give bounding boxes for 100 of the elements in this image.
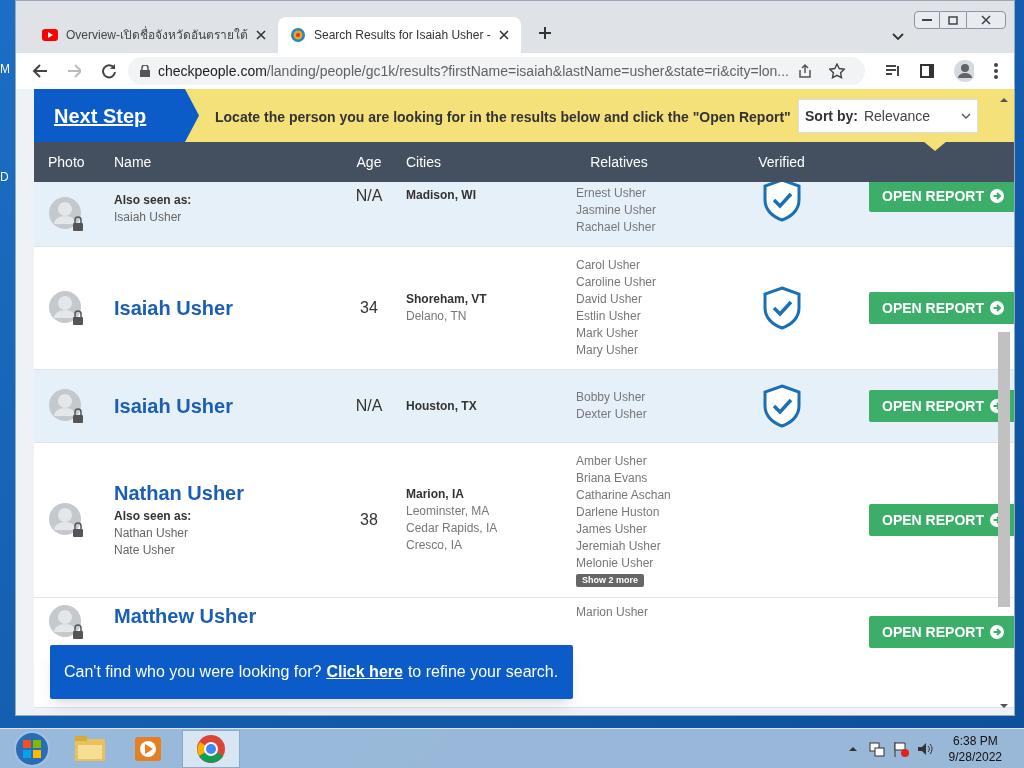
alias-text: Nate Usher bbox=[114, 542, 176, 559]
alias-text: Nathan Usher bbox=[114, 525, 190, 542]
relative-name: Caroline Usher bbox=[576, 274, 657, 291]
relative-name: Darlene Huston bbox=[576, 504, 660, 521]
city-text: Cedar Rapids, IA bbox=[406, 520, 499, 537]
next-step-link[interactable]: Next Step bbox=[54, 100, 147, 131]
flag-icon[interactable] bbox=[892, 740, 909, 757]
column-header: Relatives bbox=[589, 152, 649, 172]
relative-name: Ernest Usher bbox=[576, 185, 647, 202]
avatar-locked-icon bbox=[48, 604, 84, 640]
relative-name: Jeremiah Usher bbox=[576, 538, 661, 555]
reload-icon[interactable] bbox=[101, 63, 116, 79]
refine-text: to refine your search. bbox=[407, 662, 559, 682]
relative-name: Rachael Usher bbox=[576, 219, 656, 236]
city-text: Marion, IA bbox=[406, 486, 465, 503]
back-icon[interactable] bbox=[32, 63, 47, 79]
relative-name: Dexter Usher bbox=[576, 406, 647, 423]
city-text: Cresco, IA bbox=[406, 537, 463, 554]
relative-name: Bobby Usher bbox=[576, 389, 646, 406]
avatar-locked-icon bbox=[48, 502, 84, 538]
arrow-circle-icon bbox=[989, 189, 1004, 203]
relative-name: Carol Usher bbox=[576, 257, 641, 274]
city-text: Leominster, MA bbox=[406, 503, 491, 520]
relative-name: Mark Usher bbox=[576, 325, 638, 342]
taskbar-chrome-button[interactable] bbox=[182, 729, 240, 768]
relative-name: Catharine Aschan bbox=[576, 487, 671, 504]
share-icon[interactable] bbox=[797, 63, 813, 79]
sort-dropdown[interactable]: Sort by: Relevance bbox=[798, 99, 978, 133]
avatar-locked-icon bbox=[48, 388, 84, 424]
verified-shield-icon bbox=[761, 286, 802, 330]
person-name-link[interactable]: Isaiah Usher bbox=[114, 394, 233, 418]
maximize-button[interactable] bbox=[940, 11, 966, 29]
relative-name: Marion Usher bbox=[576, 604, 649, 621]
scroll-up-icon[interactable] bbox=[1000, 97, 1008, 102]
city-text: Delano, TN bbox=[406, 308, 468, 325]
new-tab-icon[interactable] bbox=[537, 26, 552, 40]
age-text: N/A bbox=[355, 187, 383, 204]
menu-icon[interactable] bbox=[994, 63, 998, 79]
address-bar[interactable]: checkpeople.com/landing/people/gc1k/results?firstName=isaiah&lastName=usher&state=ri&city=lon... bbox=[127, 57, 865, 85]
close-button[interactable] bbox=[966, 11, 1006, 29]
also-seen-label: Also seen as: bbox=[114, 191, 193, 209]
verified-shield-icon bbox=[761, 182, 802, 222]
relative-name: Briana Evans bbox=[576, 470, 648, 487]
start-button[interactable] bbox=[12, 728, 52, 768]
scrollbar-thumb[interactable] bbox=[998, 332, 1010, 607]
column-header: Verified bbox=[757, 152, 806, 172]
person-name-link[interactable]: Isaiah Usher bbox=[114, 296, 233, 320]
tray-arrow-icon[interactable] bbox=[848, 746, 857, 751]
click-here-link[interactable]: Click here bbox=[326, 660, 403, 684]
media-icon[interactable] bbox=[885, 64, 900, 78]
minimize-button[interactable] bbox=[914, 11, 940, 29]
column-header: Name bbox=[114, 152, 153, 172]
person-name-link[interactable]: Matthew Usher bbox=[114, 604, 257, 628]
arrow-circle-icon bbox=[989, 301, 1004, 315]
relative-name: Jasmine Usher bbox=[576, 202, 657, 219]
desktop-label: D bbox=[0, 169, 10, 186]
desktop-label: M bbox=[0, 61, 11, 78]
relative-name: Amber Usher bbox=[576, 453, 647, 470]
minimize-icon bbox=[922, 18, 932, 22]
url-text: checkpeople.com/landing/people/gc1k/results?firstName=isaiah&lastName=usher&state=ri&city=lon... bbox=[157, 61, 789, 81]
browser-tab[interactable]: Search Results for Isaiah Usher - bbox=[278, 17, 521, 53]
star-icon[interactable] bbox=[829, 63, 845, 79]
close-tab-icon[interactable] bbox=[498, 30, 509, 40]
column-header: Photo bbox=[47, 152, 86, 172]
show-more-button[interactable]: Show 2 more bbox=[576, 574, 644, 587]
instruction-text: Locate the person you are looking for in the results below and click the "Open Report" bbox=[215, 108, 792, 127]
city-text: Madison, WI bbox=[406, 187, 477, 204]
column-header: Cities bbox=[405, 152, 442, 172]
refine-text: Can't find who you were looking for? bbox=[64, 662, 322, 682]
maximize-icon bbox=[948, 15, 958, 25]
arrow-circle-icon bbox=[989, 625, 1004, 639]
avatar-locked-icon bbox=[48, 290, 84, 326]
age-text: 38 bbox=[360, 511, 378, 528]
person-name-link[interactable]: Nathan Usher bbox=[114, 481, 245, 505]
browser-tab[interactable]: Overview-เปิดชื่อจังหวัดอันตรายใต้ bbox=[30, 17, 278, 53]
target-icon bbox=[290, 27, 306, 43]
relative-name: James Usher bbox=[576, 521, 647, 538]
side-panel-icon[interactable] bbox=[919, 64, 935, 78]
alias-text: Isaiah Usher bbox=[114, 208, 183, 226]
clock-time: 6:38 PM bbox=[952, 732, 998, 749]
chrome-icon bbox=[196, 733, 226, 764]
also-seen-label: Also seen as: bbox=[114, 508, 193, 525]
profile-icon[interactable] bbox=[954, 60, 975, 82]
scroll-down-icon[interactable] bbox=[1000, 704, 1008, 709]
media-player-icon[interactable] bbox=[134, 734, 162, 763]
tab-list-icon[interactable] bbox=[892, 33, 904, 41]
close-tab-icon[interactable] bbox=[256, 30, 266, 40]
caret-icon bbox=[961, 113, 971, 119]
verified-shield-icon bbox=[761, 384, 802, 428]
city-text: Houston, TX bbox=[406, 397, 478, 415]
video-icon bbox=[42, 29, 58, 41]
clock-date: 9/28/2022 bbox=[948, 748, 1002, 765]
lock-icon bbox=[139, 65, 150, 77]
network-icon[interactable] bbox=[868, 740, 885, 757]
avatar-locked-icon bbox=[48, 196, 84, 232]
relative-name: Melonie Usher bbox=[576, 555, 654, 572]
relative-name: Mary Usher bbox=[576, 342, 638, 359]
age-text: N/A bbox=[355, 397, 383, 414]
column-header: Age bbox=[355, 152, 383, 172]
relative-name: Estlin Usher bbox=[576, 308, 641, 325]
